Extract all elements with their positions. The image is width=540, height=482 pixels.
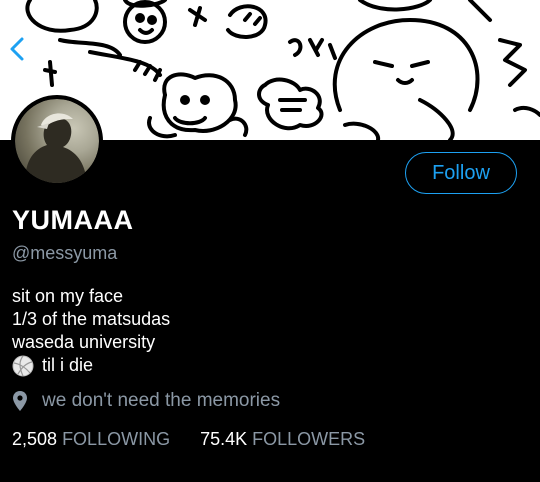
profile-avatar[interactable] [11,95,103,187]
display-name: YUMAAA [12,205,134,235]
bio-last-line: til i die [42,355,94,375]
bio-line: til i die [12,354,170,377]
followers-label: FOLLOWERS [252,429,366,449]
following-stat[interactable]: 2,508 FOLLOWING [12,429,170,450]
avatar-photo [15,99,99,183]
followers-stat[interactable]: 75.4K FOLLOWERS [200,429,365,450]
location-pin-icon [13,391,27,411]
followers-count: 75.4K [200,429,248,449]
volleyball-icon [12,355,34,376]
profile-location: we don't need the memories [12,390,280,412]
location-text: we don't need the memories [42,390,281,411]
bio-line: sit on my face [12,286,124,306]
chevron-left-icon [10,37,24,61]
following-count: 2,508 [12,429,58,449]
person-silhouette [25,113,87,183]
bio-line: 1/3 of the matsudas [12,309,171,329]
bio-line: waseda university [12,332,156,352]
following-label: FOLLOWING [62,429,171,449]
profile-stats: 2,508 FOLLOWING 75.4K FOLLOWERS [12,429,365,450]
user-handle: @messyuma [12,243,118,263]
bio: sit on my face 1/3 of the matsudas wased… [12,285,170,377]
back-button[interactable] [8,36,34,68]
follow-button[interactable]: Follow [405,152,517,194]
